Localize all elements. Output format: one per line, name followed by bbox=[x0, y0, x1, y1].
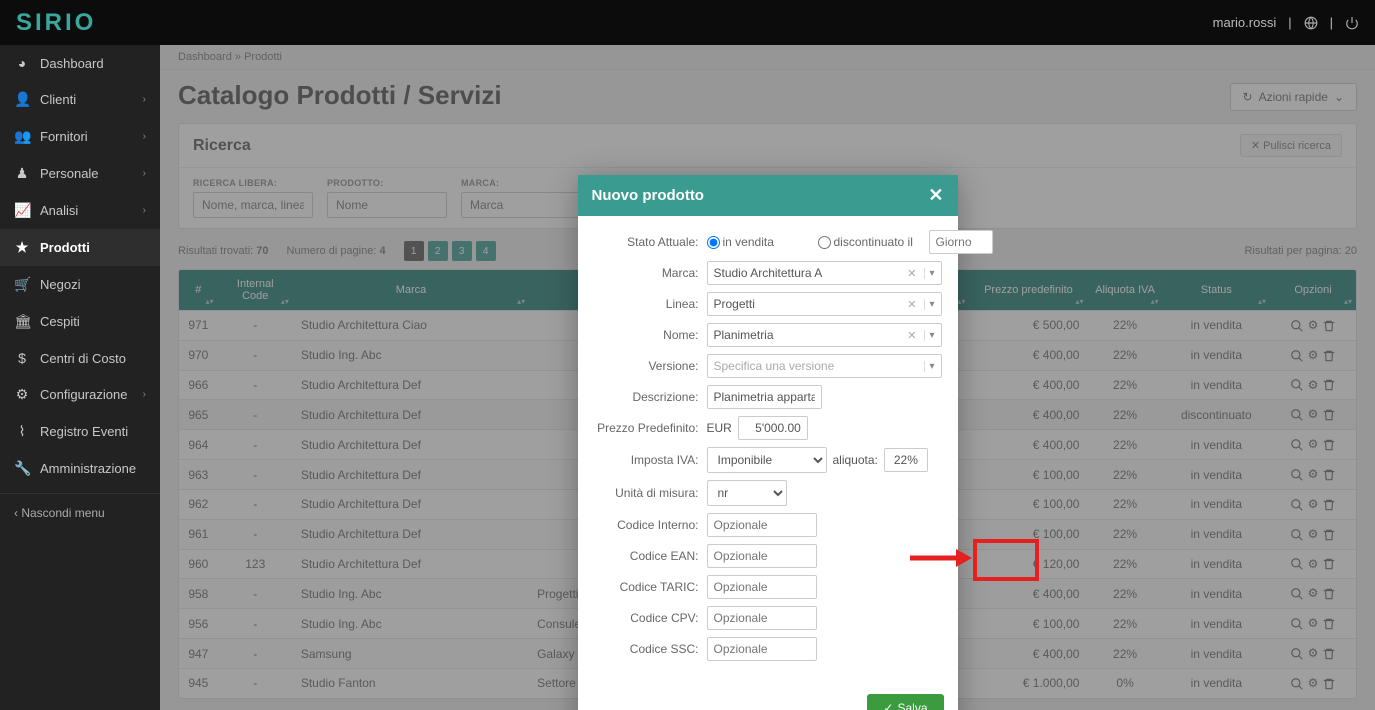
sidebar-item-registro-eventi[interactable]: ⌇ Registro Eventi bbox=[0, 413, 160, 450]
sidebar-item-configurazione[interactable]: ⚙ Configurazione › bbox=[0, 376, 160, 413]
marca-combo[interactable]: Studio Architettura A✕▾ bbox=[707, 261, 942, 285]
sidebar-item-label: Prodotti bbox=[40, 240, 90, 255]
sidebar-item-centri-di-costo[interactable]: $ Centri di Costo bbox=[0, 340, 160, 376]
clear-icon[interactable]: ✕ bbox=[903, 267, 920, 280]
main: Dashboard » Prodotti Catalogo Prodotti /… bbox=[160, 45, 1375, 710]
stato-label: Stato Attuale: bbox=[594, 235, 699, 249]
cart-icon: 🛒 bbox=[14, 276, 30, 293]
codice-taric-input[interactable] bbox=[707, 575, 817, 599]
codice-interno-input[interactable] bbox=[707, 513, 817, 537]
person-icon: ♟ bbox=[14, 165, 30, 182]
prezzo-input[interactable] bbox=[738, 416, 808, 440]
topbar: SIRIO mario.rossi | | bbox=[0, 0, 1375, 45]
check-icon: ✓ bbox=[883, 701, 893, 710]
chevron-right-icon: › bbox=[143, 94, 146, 105]
star-icon: ★ bbox=[14, 239, 30, 256]
hide-menu-button[interactable]: ‹ Nascondi menu bbox=[0, 493, 160, 532]
sidebar-item-label: Dashboard bbox=[40, 56, 104, 71]
sidebar-item-label: Configurazione bbox=[40, 387, 127, 402]
chevron-down-icon[interactable]: ▾ bbox=[924, 268, 934, 279]
wrench-icon: 🔧 bbox=[14, 460, 30, 477]
radio-discontinuato[interactable]: discontinuato il bbox=[818, 235, 923, 249]
dollar-icon: $ bbox=[14, 350, 30, 366]
sidebar-item-dashboard[interactable]: ◕ Dashboard bbox=[0, 45, 160, 81]
sidebar: ◕ Dashboard 👤 Clienti › 👥 Fornitori › ♟ Personale… bbox=[0, 45, 160, 710]
nome-combo[interactable]: Planimetria✕▾ bbox=[707, 323, 942, 347]
sidebar-item-fornitori[interactable]: 👥 Fornitori › bbox=[0, 118, 160, 155]
close-icon[interactable]: ✕ bbox=[928, 185, 943, 206]
descrizione-input[interactable] bbox=[707, 385, 822, 409]
discontinued-date-input[interactable] bbox=[929, 230, 993, 254]
topbar-right: mario.rossi | | bbox=[1213, 15, 1359, 31]
sidebar-item-analisi[interactable]: 📈 Analisi › bbox=[0, 192, 160, 229]
sidebar-item-label: Centri di Costo bbox=[40, 351, 126, 366]
power-icon[interactable] bbox=[1345, 15, 1359, 31]
chevron-down-icon[interactable]: ▾ bbox=[924, 361, 934, 372]
chevron-right-icon: › bbox=[143, 205, 146, 216]
user-icon: 👤 bbox=[14, 91, 30, 108]
sidebar-item-prodotti[interactable]: ★ Prodotti bbox=[0, 229, 160, 266]
sidebar-item-label: Analisi bbox=[40, 203, 78, 218]
dashboard-icon: ◕ bbox=[14, 55, 30, 71]
rss-icon: ⌇ bbox=[14, 423, 30, 440]
sidebar-item-label: Amministrazione bbox=[40, 461, 136, 476]
sidebar-item-label: Negozi bbox=[40, 277, 80, 292]
chevron-right-icon: › bbox=[143, 131, 146, 142]
logo: SIRIO bbox=[16, 9, 96, 37]
modal-title: Nuovo prodotto bbox=[592, 187, 704, 204]
radio-in-vendita[interactable]: in vendita bbox=[707, 235, 812, 249]
sidebar-item-label: Cespiti bbox=[40, 314, 80, 329]
username[interactable]: mario.rossi bbox=[1213, 15, 1277, 30]
sidebar-item-label: Fornitori bbox=[40, 129, 88, 144]
chevron-left-icon: ‹ bbox=[14, 506, 18, 520]
clear-icon[interactable]: ✕ bbox=[903, 329, 920, 342]
chevron-down-icon[interactable]: ▾ bbox=[924, 299, 934, 310]
iva-select[interactable]: Imponibile bbox=[707, 447, 827, 473]
codice-cpv-input[interactable] bbox=[707, 606, 817, 630]
sidebar-item-amministrazione[interactable]: 🔧 Amministrazione bbox=[0, 450, 160, 487]
codice-ssc-input[interactable] bbox=[707, 637, 817, 661]
save-button[interactable]: ✓Salva bbox=[867, 694, 943, 710]
gear-icon: ⚙ bbox=[14, 386, 30, 403]
sidebar-item-label: Personale bbox=[40, 166, 99, 181]
aliquota-input[interactable] bbox=[884, 448, 928, 472]
sidebar-item-cespiti[interactable]: 🏛 Cespiti bbox=[0, 303, 160, 340]
sidebar-item-negozi[interactable]: 🛒 Negozi bbox=[0, 266, 160, 303]
chart-icon: 📈 bbox=[14, 202, 30, 219]
globe-icon[interactable] bbox=[1304, 15, 1318, 31]
sidebar-item-personale[interactable]: ♟ Personale › bbox=[0, 155, 160, 192]
sidebar-item-clienti[interactable]: 👤 Clienti › bbox=[0, 81, 160, 118]
codice-ean-input[interactable] bbox=[707, 544, 817, 568]
unita-select[interactable]: nr bbox=[707, 480, 787, 506]
chevron-right-icon: › bbox=[143, 168, 146, 179]
versione-combo[interactable]: Specifica una versione▾ bbox=[707, 354, 942, 378]
linea-combo[interactable]: Progetti✕▾ bbox=[707, 292, 942, 316]
sidebar-item-label: Clienti bbox=[40, 92, 76, 107]
chevron-right-icon: › bbox=[143, 389, 146, 400]
sidebar-item-label: Registro Eventi bbox=[40, 424, 128, 439]
chevron-down-icon[interactable]: ▾ bbox=[924, 330, 934, 341]
users-icon: 👥 bbox=[14, 128, 30, 145]
new-product-modal: Nuovo prodotto ✕ Stato Attuale: in vendi… bbox=[578, 175, 958, 710]
clear-icon[interactable]: ✕ bbox=[903, 298, 920, 311]
bank-icon: 🏛 bbox=[14, 313, 30, 330]
